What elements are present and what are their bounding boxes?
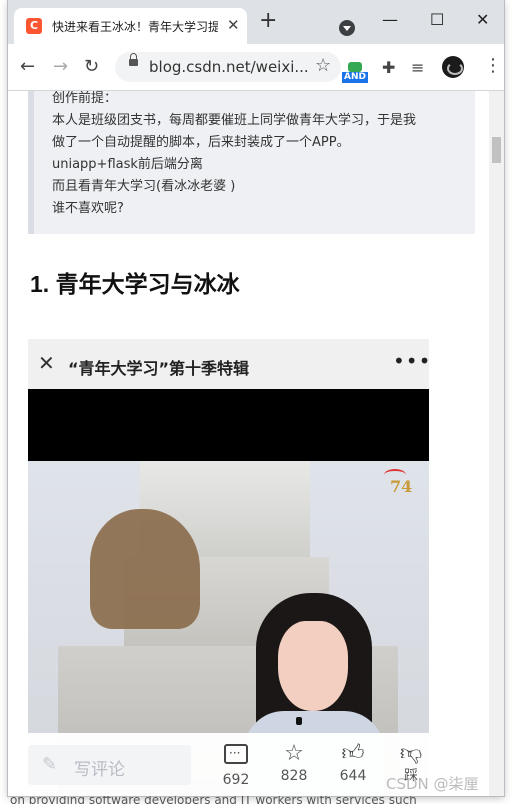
tab-search-icon[interactable] — [339, 20, 355, 36]
quote-line: 谁不喜欢呢? — [52, 201, 124, 216]
csdn-watermark: CSDN @柒厘 — [386, 775, 479, 793]
browser-tab[interactable]: C 快进来看王冰冰！青年大学习提 ✕ — [14, 8, 247, 44]
profile-avatar[interactable] — [442, 56, 464, 78]
presenter-face — [278, 621, 348, 711]
minimize-icon[interactable]: — — [382, 10, 398, 29]
maximize-icon[interactable]: ☐ — [430, 10, 444, 29]
quote-line: 而且看青年大学习(看冰冰老婆 ) — [52, 179, 236, 194]
scrollbar[interactable] — [489, 91, 504, 796]
extension-badge: AND — [342, 72, 368, 83]
media-title: “青年大学习”第十季特辑 — [68, 359, 250, 378]
comment-icon — [216, 740, 256, 771]
thumbs-up-icon: 👍︎ — [341, 741, 365, 766]
intro-blockquote: 创作前提： 本人是班级团支书，每周都要催班上同学做青年大学习，于是我 做了一个自… — [28, 91, 475, 234]
thumbs-down-icon: 👎︎ — [399, 741, 423, 766]
quote-line: 做了一个自动提醒的脚本，后来封装成了一个APP。 — [52, 135, 350, 150]
quote-line: uniapp+flask前后端分离 — [52, 157, 203, 172]
tab-close-icon[interactable]: ✕ — [227, 16, 240, 34]
media-close-icon: ✕ — [38, 351, 55, 375]
section-heading: 1. 青年大学习与冰冰 — [30, 271, 240, 297]
statue-shape — [90, 509, 200, 629]
page-content: 创作前提： 本人是班级团支书，每周都要催班上同学做青年大学习，于是我 做了一个自… — [8, 91, 504, 796]
new-tab-button[interactable]: + — [259, 10, 277, 32]
bottom-action-bar: ✎ 写评论 692 ☆ 828 👍︎ 644 👎︎ 踩 CSDN @柒厘 — [8, 733, 489, 796]
bookmark-star-icon[interactable]: ☆ — [315, 55, 331, 76]
scrollbar-thumb[interactable] — [492, 137, 501, 163]
comment-placeholder: 写评论 — [74, 760, 125, 780]
reload-icon[interactable]: ↻ — [84, 56, 99, 77]
extension-top-shape — [348, 62, 362, 72]
comment-input[interactable]: ✎ 写评论 — [28, 745, 191, 785]
background-page-text: on providing software developers and IT … — [10, 796, 417, 804]
tab-strip: C 快进来看王冰冰！青年大学习提 ✕ + — ☐ ✕ — [8, 0, 504, 44]
csdn-favicon-icon: C — [26, 18, 42, 34]
window-close-icon[interactable]: ✕ — [476, 10, 489, 29]
reading-list-icon[interactable]: ≡ — [411, 58, 424, 77]
video-logo: 74 — [383, 469, 413, 496]
like-button[interactable]: 👍︎ 644 — [333, 741, 373, 785]
favorite-button[interactable]: ☆ 828 — [274, 741, 314, 785]
lock-icon[interactable] — [129, 53, 138, 66]
star-icon: ☆ — [284, 741, 304, 766]
extensions-puzzle-icon[interactable]: ✚ — [382, 58, 395, 77]
forward-icon[interactable]: → — [53, 56, 68, 77]
screenshot-image: ✕ “青年大学习”第十季特辑 ••• 74 — [28, 339, 429, 796]
microphone-icon — [296, 717, 302, 725]
quote-line: 本人是班级团支书，每周都要催班上同学做青年大学习，于是我 — [52, 113, 417, 128]
like-count: 644 — [339, 768, 367, 784]
favorite-count: 828 — [280, 768, 308, 784]
browser-menu-icon[interactable]: ⋮ — [484, 56, 502, 76]
back-icon[interactable]: ← — [20, 56, 35, 77]
comment-count: 692 — [222, 772, 250, 788]
comment-button[interactable]: 692 — [216, 740, 256, 789]
pencil-icon: ✎ — [42, 754, 58, 775]
extension-and-icon[interactable]: AND — [342, 62, 368, 83]
tab-title: 快进来看王冰冰！青年大学习提 — [52, 20, 218, 34]
more-options-icon: ••• — [393, 349, 429, 373]
url-text: blog.csdn.net/weixi... — [149, 58, 309, 76]
address-bar[interactable]: blog.csdn.net/weixi... ☆ — [115, 52, 341, 82]
media-header: ✕ “青年大学习”第十季特辑 ••• — [28, 339, 429, 389]
browser-window: C 快进来看王冰冰！青年大学习提 ✕ + — ☐ ✕ ← → ↻ blog.cs… — [8, 0, 504, 796]
quote-line: 创作前提： — [52, 91, 118, 106]
